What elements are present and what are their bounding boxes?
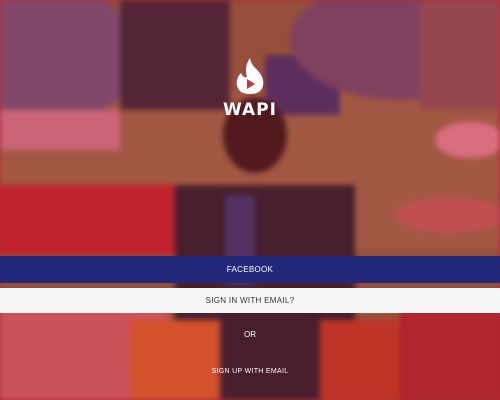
or-divider: OR bbox=[244, 330, 256, 339]
app-name: WAPI bbox=[223, 100, 277, 120]
facebook-login-button[interactable]: FACEBOOK bbox=[0, 256, 500, 283]
app-logo: WAPI bbox=[210, 56, 290, 120]
flame-play-icon bbox=[210, 56, 290, 96]
sign-in-with-email-button[interactable]: SIGN IN WITH EMAIL? bbox=[0, 288, 500, 313]
login-screen: WAPI FACEBOOK SIGN IN WITH EMAIL? OR SIG… bbox=[0, 0, 500, 400]
sign-up-with-email-button[interactable]: SIGN UP WITH EMAIL bbox=[0, 364, 500, 380]
